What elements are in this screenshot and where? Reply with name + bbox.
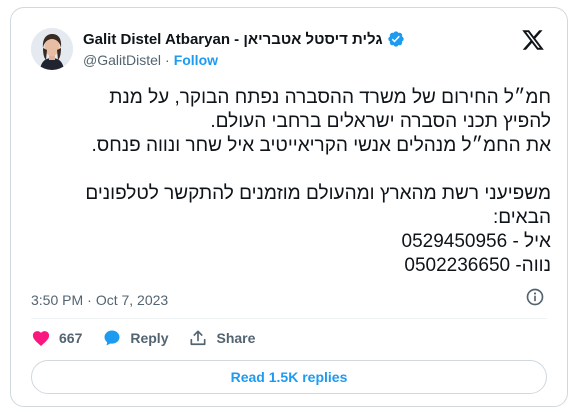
tweet-text-line: את החמ״ל מנהלים אנשי הקריאייטיב איל שחר … [91, 135, 551, 156]
share-icon [190, 330, 206, 346]
verified-badge-icon [387, 31, 404, 47]
author-display-name[interactable]: Galit Distel Atbaryan - גלית דיסטל אטברי… [83, 31, 383, 48]
info-icon[interactable] [525, 287, 545, 307]
author-handle-row: @GalitDistel · Follow [83, 52, 218, 68]
tweet-time[interactable]: 3:50 PM [31, 292, 83, 308]
avatar[interactable] [31, 28, 73, 70]
reply-label: Reply [130, 330, 169, 346]
x-logo-icon[interactable] [521, 28, 545, 52]
author-handle[interactable]: @GalitDistel [83, 52, 161, 68]
tweet-text-line: משפיעני רשת מהארץ ומהעולם מוזמנים להתקשר… [85, 183, 551, 204]
tweet-text-line: נווה- 0502236650 [404, 255, 551, 276]
like-button[interactable]: 667 [31, 328, 82, 348]
action-bar: 667 Reply Share [31, 328, 255, 348]
heart-icon [32, 331, 50, 346]
read-replies-label: Read 1.5K replies [230, 369, 348, 385]
tweet-text-line: חמ״ל החירום של משרד ההסברה נפתח הבוקר, ע… [109, 87, 551, 108]
read-replies-button[interactable]: Read 1.5K replies [31, 360, 547, 394]
tweet-text-line: להפיץ תכני הסברה ישראלים ברחבי העולם. [210, 111, 551, 132]
tweet-text-line: הבאים: [492, 207, 551, 228]
like-count: 667 [59, 330, 83, 346]
divider [31, 318, 547, 319]
tweet-card: Galit Distel Atbaryan - גלית דיסטל אטברי… [10, 7, 568, 407]
reply-button[interactable]: Reply [102, 328, 168, 348]
share-button[interactable]: Share [188, 328, 255, 348]
reply-bubble-icon [104, 330, 120, 346]
share-label: Share [216, 330, 256, 346]
avatar-portrait-icon [31, 28, 73, 70]
handle-separator: · [165, 52, 170, 68]
tweet-date[interactable]: Oct 7, 2023 [96, 292, 168, 308]
follow-button[interactable]: Follow [174, 52, 218, 68]
tweet-text-line [39, 158, 551, 182]
tweet-text: חמ״ל החירום של משרד ההסברה נפתח הבוקר, ע… [39, 86, 551, 278]
author-name-row[interactable]: Galit Distel Atbaryan - גלית דיסטל אטברי… [83, 30, 405, 48]
timestamp-separator: · [87, 292, 92, 308]
tweet-timestamp[interactable]: 3:50 PM · Oct 7, 2023 [31, 292, 168, 308]
tweet-text-line: איל - 0529450956 [401, 231, 552, 252]
